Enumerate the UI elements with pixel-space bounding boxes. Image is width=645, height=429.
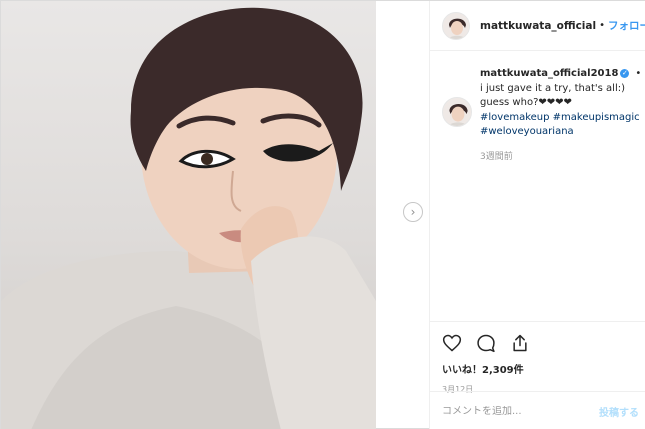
post-header: mattkuwata_official • フォローする [430, 1, 645, 51]
post-caption: mattkuwata_official2018 ✓ • i just gave it… [442, 67, 642, 164]
caption-text-line: guess who?❤︎❤︎❤︎❤︎ [480, 97, 572, 108]
post-side-panel: mattkuwata_official • フォローする mattkuwata_… [429, 1, 645, 429]
post-photo[interactable] [1, 1, 376, 429]
like-count[interactable]: いいね！2,309件 [442, 361, 635, 376]
caption-username[interactable]: mattkuwata_official2018 [480, 68, 618, 79]
caption-time-ago[interactable]: 3週間前 [480, 150, 641, 165]
follow-button[interactable]: フォローする [608, 18, 645, 33]
share-icon[interactable] [510, 333, 530, 353]
header-separator: • [599, 20, 606, 31]
chevron-right-icon: › [410, 205, 416, 219]
comment-input[interactable] [442, 405, 599, 417]
next-photo-button[interactable]: › [403, 202, 423, 222]
author-username[interactable]: mattkuwata_official [480, 20, 596, 32]
hashtag-link[interactable]: #lovemakeup #makeupismagic [480, 111, 641, 126]
heart-icon[interactable] [442, 333, 462, 353]
comment-form: 投稿する [430, 391, 645, 429]
hashtag-link[interactable]: #weloveyouariana [480, 125, 641, 140]
author-avatar[interactable] [442, 11, 470, 40]
post-comment-button[interactable]: 投稿する [599, 404, 639, 419]
caption-more-dot: • [635, 68, 642, 79]
instagram-post: › mattkuwata_official • フォローする mattkuwat… [0, 0, 645, 429]
caption-text-line: i just gave it a try, that's all:) [480, 82, 625, 94]
post-actions: いいね！2,309件 3月12日 [430, 321, 645, 395]
comment-bubble-icon[interactable] [476, 333, 496, 353]
verified-badge-icon: ✓ [620, 68, 630, 78]
portrait-image [1, 7, 376, 429]
caption-avatar[interactable] [442, 97, 472, 127]
